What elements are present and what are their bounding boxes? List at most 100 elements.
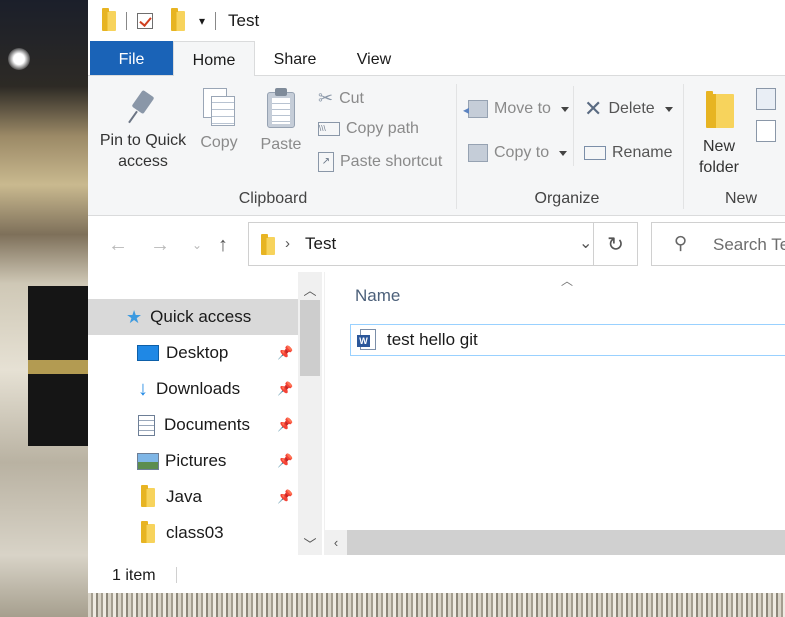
pin-icon[interactable]: 📌 [277,345,293,361]
ribbon-tabs: File Home Share View [88,41,785,76]
nav-item-label: Documents [164,415,250,434]
tab-home[interactable]: Home [173,41,255,76]
column-header-name[interactable]: Name [355,286,400,306]
copy-path-button[interactable]: \\\ Copy path [318,120,419,138]
pin-to-quick-access-button[interactable]: Pin to Quick access [98,89,188,172]
properties-icon[interactable] [137,12,153,29]
delete-icon: ✕ [584,96,603,121]
window-title: Test [228,10,260,30]
copy-button[interactable]: Copy [196,88,242,153]
search-box[interactable]: ⚲ Search Te [651,222,785,266]
paste-shortcut-label: Paste shortcut [340,153,443,170]
nav-item-label: class03 [166,523,224,542]
nav-item-desktop[interactable]: Desktop 📌 [88,335,298,371]
file-row[interactable]: W test hello git [350,324,785,356]
pin-icon[interactable]: 📌 [277,417,293,433]
recent-locations-chevron-icon[interactable]: ⌄ [192,238,202,252]
wallpaper-band [28,360,88,374]
nav-item-java[interactable]: Java 📌 [88,479,298,515]
title-bar: ▾ Test [88,0,785,41]
refresh-button[interactable]: ↻ [593,222,638,266]
window-folder-icon [102,7,116,31]
nav-item-quick-access[interactable]: ★ Quick access [88,299,298,335]
nav-item-documents[interactable]: Documents 📌 [88,407,298,443]
paste-label: Paste [260,136,302,153]
scroll-up-icon[interactable]: ︿ [298,280,322,299]
nav-item-label: Downloads [156,379,241,398]
new-folder-button[interactable]: New folder [694,90,744,178]
nav-pane-scrollbar[interactable]: ︿ ﹀ [298,272,322,555]
address-bar[interactable]: › Test ⌄ [248,222,611,266]
organize-inner-separator [573,86,574,166]
forward-arrow-icon[interactable]: → [150,234,170,257]
group-separator [456,84,457,209]
search-placeholder: Search Te [713,235,785,254]
copy-icon [203,88,235,126]
organize-group-label: Organize [534,190,600,207]
breadcrumb-path[interactable]: Test [305,234,336,254]
status-bar: 1 item [88,555,785,593]
scroll-down-icon[interactable]: ﹀ [298,534,322,553]
ribbon-home: Pin to Quick access Copy Paste ✂ Cut \\\… [88,76,785,216]
delete-button[interactable]: ✕ Delete [584,96,673,121]
delete-dropdown-icon [664,106,673,112]
desktop-wallpaper-bottom [88,593,785,617]
item-count: 1 item [112,567,156,584]
delete-label: Delete [608,100,655,117]
pin-icon[interactable]: 📌 [277,489,293,505]
desktop-icon [137,345,159,361]
back-arrow-icon[interactable]: ← [108,234,128,257]
tab-share[interactable]: Share [265,41,325,75]
nav-item-class03[interactable]: class03 [88,515,298,551]
easy-access-icon[interactable] [756,120,776,142]
rename-button[interactable]: Rename [584,144,672,162]
pin-icon[interactable]: 📌 [277,381,293,397]
copy-to-button[interactable]: Copy to [468,144,568,162]
new-folder-label-line2: folder [698,159,740,176]
pin-label-line1: Pin to Quick [99,132,187,149]
new-folder-icon [702,90,736,130]
address-folder-icon [261,234,275,255]
tab-file[interactable]: File [90,41,173,75]
nav-item-label: Java [166,487,202,506]
sort-ascending-icon: ︿ [561,274,574,288]
move-to-button[interactable]: ◂ Move to [463,100,569,118]
scrollbar-thumb[interactable] [300,300,320,376]
up-arrow-icon[interactable]: ↑ [218,234,228,257]
paste-button[interactable]: Paste [258,88,304,155]
new-folder-quick-icon[interactable] [171,7,185,31]
paste-shortcut-icon: ↗ [318,152,334,172]
scroll-left-icon[interactable]: ‹ [325,530,347,555]
move-to-dropdown-icon [560,106,569,112]
new-folder-label-line1: New [702,138,735,155]
breadcrumb-chevron-icon[interactable]: › [285,235,290,252]
pin-icon[interactable]: 📌 [277,453,293,469]
group-separator-2 [683,84,684,209]
customize-toolbar-icon[interactable]: ▾ [199,14,205,28]
paste-icon [265,88,297,128]
paste-shortcut-button[interactable]: ↗ Paste shortcut [318,152,442,172]
wallpaper-light [8,48,30,70]
nav-item-pictures[interactable]: Pictures 📌 [88,443,298,479]
clipboard-group-label: Clipboard [238,190,308,207]
file-explorer-window: ▾ Test File Home Share View Pin to Quick… [88,0,785,593]
cut-button[interactable]: ✂ Cut [318,88,364,109]
tab-view[interactable]: View [344,41,404,75]
title-separator [126,11,127,30]
folder-icon [141,520,155,543]
desktop-wallpaper [0,0,88,617]
new-item-icon[interactable] [756,88,776,110]
word-document-icon: W [357,329,377,351]
move-to-label: Move to [494,100,551,117]
pin-label-line2: access [118,153,168,170]
scissors-icon: ✂ [318,88,334,108]
file-list: ︿ Name W test hello git ‹ [324,272,785,555]
move-to-icon: ◂ [463,100,488,118]
copy-path-label: Copy path [346,120,419,137]
nav-item-label: Desktop [166,343,229,362]
address-dropdown-icon[interactable]: ⌄ [579,233,592,253]
horizontal-scrollbar[interactable]: ‹ [325,530,785,555]
nav-item-downloads[interactable]: ↓ Downloads 📌 [88,371,298,407]
cut-label: Cut [339,89,364,107]
folder-icon [141,484,155,507]
